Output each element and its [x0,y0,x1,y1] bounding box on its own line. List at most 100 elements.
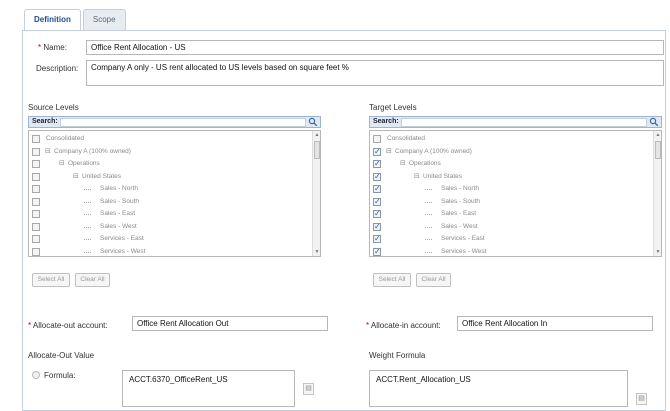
tree-row[interactable]: Sales - East [32,208,302,221]
tree-row[interactable]: Sales - West [373,221,643,234]
tree-row[interactable]: Sales - North [373,183,643,196]
level-checkbox[interactable] [373,158,381,169]
source-search-label: Search: [32,118,58,125]
target-search-label: Search: [373,118,399,125]
allocate-in-account-label: * Allocate-in account: [366,321,441,330]
tree-row[interactable]: Consolidated [373,133,643,146]
tree-row-label: Services - West [441,247,487,255]
magnifier-icon[interactable] [308,117,318,127]
tree-row-label: Consolidated [387,135,425,142]
level-checkbox[interactable] [32,197,40,206]
level-checkbox[interactable] [32,160,40,168]
tree-row[interactable]: Sales - South [32,196,302,209]
tree-connector [425,251,432,253]
name-field[interactable]: Office Rent Allocation - US [86,40,664,55]
scroll-down-icon[interactable]: ▼ [654,248,661,256]
level-checkbox[interactable] [373,146,381,157]
level-checkbox[interactable] [32,135,40,143]
level-checkbox[interactable] [32,210,40,218]
source-clear-all-button[interactable]: Clear All [75,273,110,287]
description-label: Description: [36,64,79,73]
level-checkbox[interactable] [373,196,381,207]
tree-row-label: Company A (100% owned) [395,147,472,155]
allocate-out-account-field[interactable]: Office Rent Allocation Out [132,316,328,331]
tree-row-label: Sales - East [100,210,136,217]
tree-row[interactable]: Consolidated [32,133,302,146]
collapse-node-icon[interactable]: ⊟ [73,171,79,182]
target-search-bar: Search: [369,116,662,128]
tree-row[interactable]: ⊟Company A (100% owned) [32,146,302,159]
tree-row[interactable]: Services - East [32,233,302,246]
scroll-thumb[interactable] [314,141,320,159]
tree-row[interactable]: Services - West [373,246,643,256]
tree-row-label: Sales - East [441,210,477,217]
tree-row[interactable]: Sales - East [373,208,643,221]
level-checkbox[interactable] [32,147,40,156]
tab-definition[interactable]: Definition [24,9,81,32]
level-checkbox[interactable] [32,185,40,193]
target-search-input[interactable] [401,118,647,127]
description-field[interactable]: Company A only - US rent allocated to US… [86,60,664,86]
level-checkbox[interactable] [373,233,381,244]
level-checkbox[interactable] [32,172,40,181]
weight-formula-field[interactable]: ACCT.Rent_Allocation_US [369,370,628,407]
allocate-out-account-label: * Allocate-out account: [28,321,108,330]
collapse-node-icon[interactable]: ⊟ [386,146,392,157]
tree-row[interactable]: Services - East [373,233,643,246]
allocate-out-formula-field[interactable]: ACCT.6370_OfficeRent_US [122,370,295,407]
tree-connector [84,201,91,203]
name-label: * Name: [38,43,67,52]
formula-builder-icon[interactable]: ▤ [303,383,314,395]
tree-row[interactable]: Sales - West [32,221,302,234]
tree-row[interactable]: Services - West [32,246,302,257]
target-select-all-button[interactable]: Select All [373,273,411,287]
source-search-input[interactable] [60,118,306,127]
tree-connector [84,226,91,228]
collapse-node-icon[interactable]: ⊟ [400,158,406,169]
tree-row-label: Services - East [100,235,144,242]
source-tree-scrollbar[interactable]: ▲ ▼ [312,131,320,256]
collapse-node-icon[interactable]: ⊟ [59,158,65,169]
level-checkbox[interactable] [373,221,381,232]
magnifier-icon[interactable] [649,117,659,127]
level-checkbox[interactable] [373,208,381,219]
formula-builder-icon[interactable]: ▤ [636,393,647,405]
scroll-up-icon[interactable]: ▲ [654,131,661,139]
tab-scope[interactable]: Scope [82,9,126,31]
level-checkbox[interactable] [32,247,40,256]
weight-formula-title: Weight Formula [369,351,426,360]
scroll-down-icon[interactable]: ▼ [313,248,320,256]
formula-radio[interactable] [32,371,40,379]
collapse-node-icon[interactable]: ⊟ [414,171,420,182]
level-checkbox[interactable] [373,246,381,256]
tree-row-label: Operations [409,160,441,167]
allocate-in-account-field[interactable]: Office Rent Allocation In [457,316,653,331]
level-checkbox[interactable] [373,171,381,182]
target-tree-scrollbar[interactable]: ▲ ▼ [653,131,661,256]
level-checkbox[interactable] [373,135,381,143]
tree-row[interactable]: ⊟Operations [32,158,302,171]
tree-row-label: Company A (100% owned) [54,147,131,155]
tree-row[interactable]: ⊟Company A (100% owned) [373,146,643,159]
source-select-all-button[interactable]: Select All [32,273,70,287]
target-clear-all-button[interactable]: Clear All [416,273,451,287]
tree-row-label: Services - West [100,247,146,255]
collapse-node-icon[interactable]: ⊟ [45,146,51,157]
tree-row[interactable]: Sales - South [373,196,643,209]
tree-row-label: Services - East [441,235,485,242]
tree-row-label: Sales - North [441,185,479,192]
tree-row[interactable]: ⊟United States [373,171,643,184]
tree-connector [84,214,91,215]
tree-row[interactable]: ⊟Operations [373,158,643,171]
source-levels-tree: ▲ ▼ Consolidated ⊟ Company A (100% owned) ⊟ O… [28,130,321,257]
level-checkbox[interactable] [32,235,40,243]
tree-connector [84,189,91,190]
scroll-thumb[interactable] [655,141,661,159]
tree-row[interactable]: ⊟United States [32,171,302,184]
scroll-up-icon[interactable]: ▲ [313,131,320,139]
level-checkbox[interactable] [32,222,40,231]
level-checkbox[interactable] [373,183,381,194]
tree-connector [425,239,432,240]
tab-strip: Definition Scope [24,9,128,32]
tree-row[interactable]: Sales - North [32,183,302,196]
